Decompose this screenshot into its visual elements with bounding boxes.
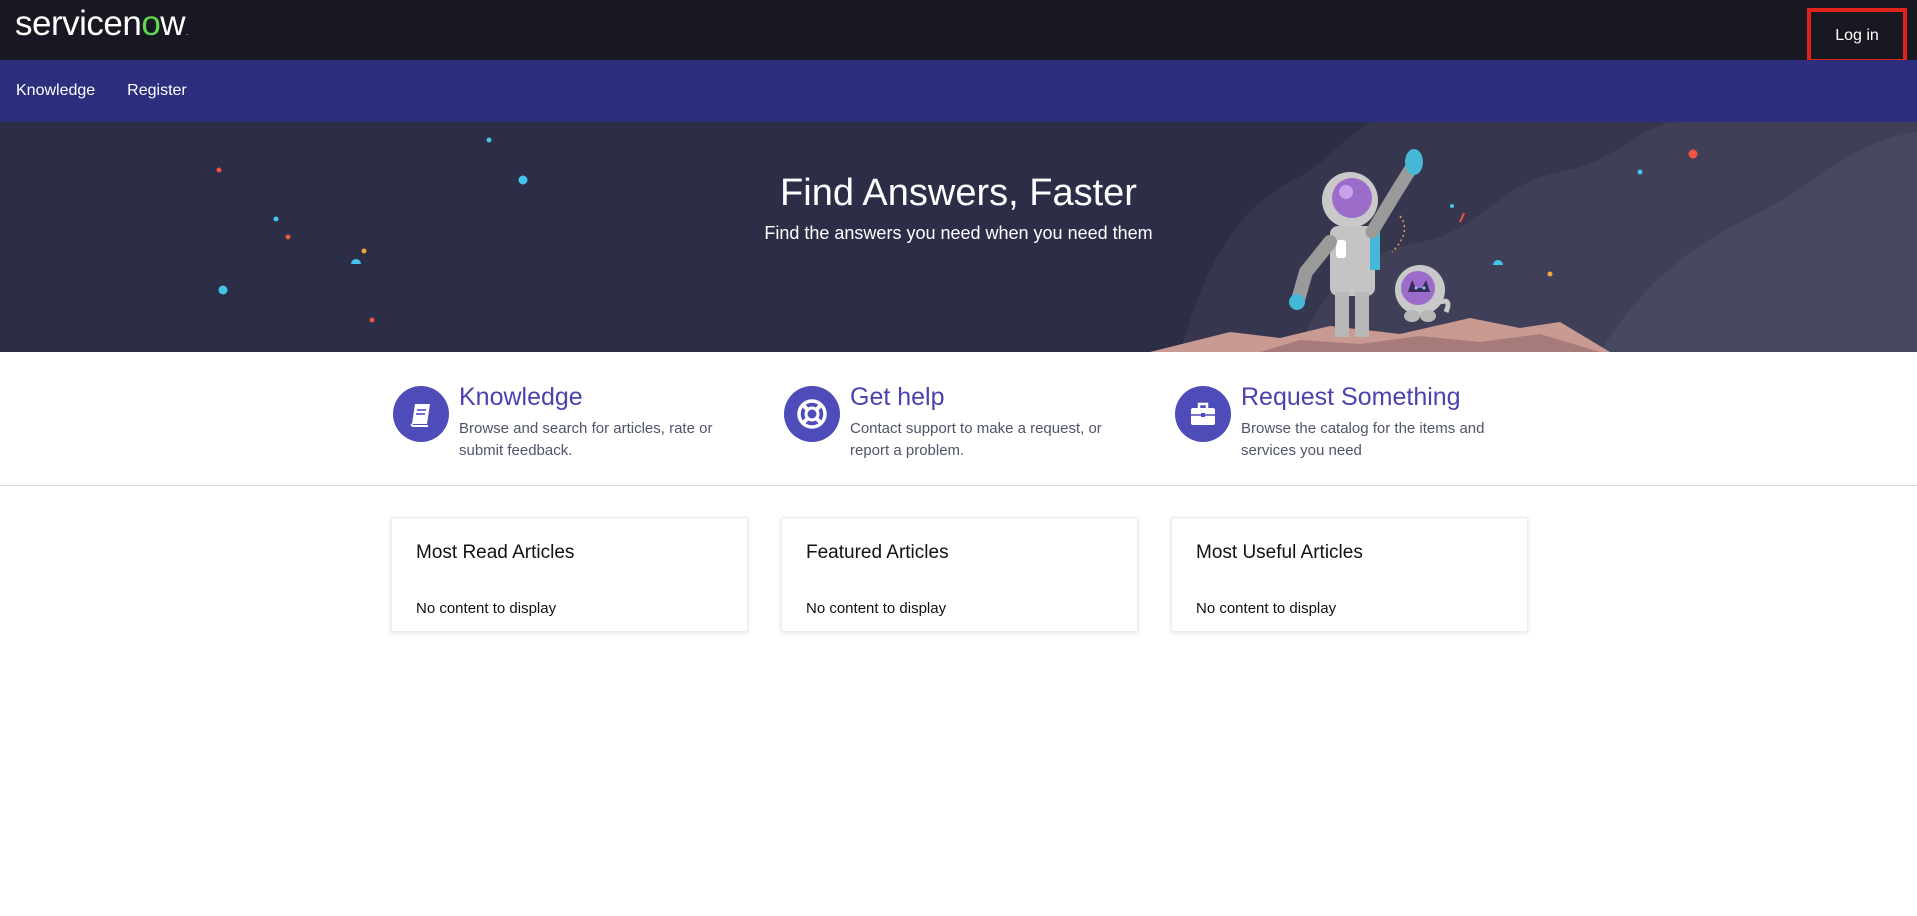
feature-title[interactable]: Request Something: [1241, 382, 1484, 412]
nav-bar: Knowledge Register: [0, 60, 1917, 122]
card-empty-message: No content to display: [806, 600, 947, 617]
nav-item-register[interactable]: Register: [127, 82, 187, 100]
login-label: Log in: [1835, 26, 1879, 44]
card-title: Most Useful Articles: [1196, 542, 1363, 563]
feature-request-something[interactable]: Request Something Browse the catalog for…: [1175, 382, 1545, 462]
feature-title[interactable]: Get help: [850, 382, 1102, 412]
featured-articles-card: Featured Articles No content to display: [781, 517, 1138, 632]
feature-description: Contact support to make a request, or re…: [850, 418, 1102, 462]
most-useful-articles-card: Most Useful Articles No content to displ…: [1171, 517, 1528, 632]
book-icon: [393, 386, 449, 442]
feature-desc-line: report a problem.: [850, 442, 965, 459]
hero-subtitle: Find the answers you need when you need …: [764, 223, 1153, 243]
features-section: Knowledge Browse and search for articles…: [0, 352, 1917, 486]
feature-description: Browse and search for articles, rate or …: [459, 418, 712, 462]
feature-desc-line: submit feedback.: [459, 442, 573, 459]
login-button[interactable]: Log in: [1807, 8, 1907, 63]
feature-get-help[interactable]: Get help Contact support to make a reque…: [784, 382, 1154, 462]
lifebuoy-icon: [784, 386, 840, 442]
feature-desc-line: services you need: [1241, 442, 1362, 459]
most-read-articles-card: Most Read Articles No content to display: [391, 517, 748, 632]
briefcase-icon: [1175, 386, 1231, 442]
card-title: Most Read Articles: [416, 542, 575, 563]
feature-title[interactable]: Knowledge: [459, 382, 712, 412]
hero-title: Find Answers, Faster: [780, 172, 1137, 214]
feature-desc-line: Contact support to make a request, or: [850, 420, 1102, 437]
feature-desc-line: Browse and search for articles, rate or: [459, 420, 713, 437]
feature-knowledge[interactable]: Knowledge Browse and search for articles…: [393, 382, 763, 462]
servicenow-logo[interactable]: servicenow servicenow.: [15, 4, 188, 44]
card-title: Featured Articles: [806, 542, 949, 563]
hero-banner: Find Answers, Faster Find the answers yo…: [0, 122, 1917, 352]
feature-description: Browse the catalog for the items and ser…: [1241, 418, 1484, 462]
feature-desc-line: Browse the catalog for the items and: [1241, 420, 1485, 437]
nav-item-knowledge[interactable]: Knowledge: [16, 82, 95, 100]
card-empty-message: No content to display: [1196, 600, 1337, 617]
card-empty-message: No content to display: [416, 600, 557, 617]
top-bar: servicenow servicenow. Log in: [0, 0, 1917, 63]
